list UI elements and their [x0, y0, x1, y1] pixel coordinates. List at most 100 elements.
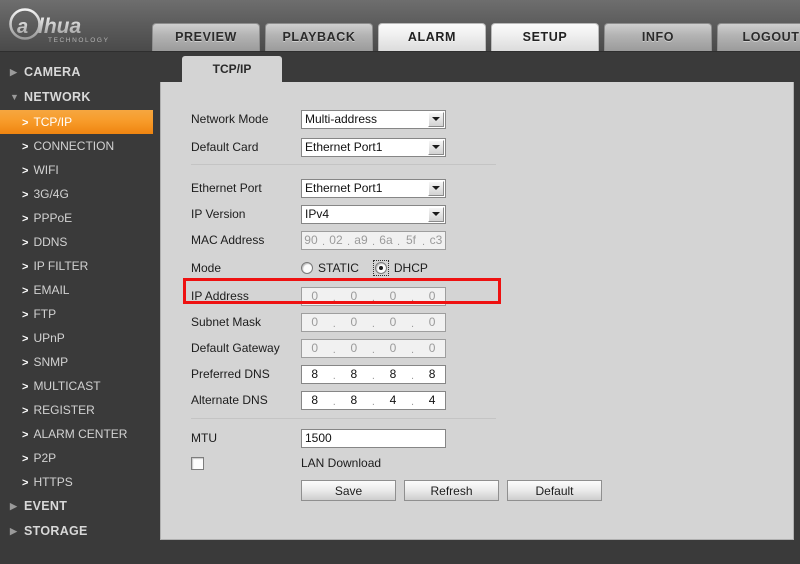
separator-dot: .: [332, 396, 337, 408]
nav-tab-alarm[interactable]: ALARM: [378, 23, 486, 51]
nav-tab-logout[interactable]: LOGOUT: [717, 23, 800, 51]
chevron-right-icon: ▶: [10, 494, 21, 519]
nav-tab-info[interactable]: INFO: [604, 23, 712, 51]
chevron-right-icon: >: [22, 381, 28, 393]
nav-tab-playback[interactable]: PLAYBACK: [265, 23, 373, 51]
radio-static[interactable]: STATIC: [301, 261, 359, 275]
divider-top: [191, 164, 496, 165]
sidebar-group-camera[interactable]: ▶CAMERA: [0, 60, 153, 85]
sidebar-item-ftp[interactable]: >FTP: [0, 302, 153, 326]
sidebar-group-network[interactable]: ▼NETWORK: [0, 85, 153, 110]
separator-dot: .: [332, 370, 337, 382]
input-preferred-dns[interactable]: 8 . 8 . 8 . 8: [301, 365, 446, 384]
sidebar-item-pppoe[interactable]: > PPPoE: [0, 206, 153, 230]
select-ethernet-port[interactable]: Ethernet Port1: [301, 179, 446, 198]
label-default-gateway: Default Gateway: [191, 337, 301, 359]
sidebar-group-label: NETWORK: [24, 90, 91, 104]
field-preferred-dns: Preferred DNS 8 . 8 . 8 . 8: [191, 363, 446, 385]
select-network-mode[interactable]: Multi-address: [301, 110, 446, 129]
chevron-down-icon[interactable]: [428, 140, 444, 155]
sidebar-item-alarm-center[interactable]: >ALARM CENTER: [0, 422, 153, 446]
radio-group-mode: STATIC DHCP: [301, 260, 442, 276]
select-default-card[interactable]: Ethernet Port1: [301, 138, 446, 157]
separator-dot: .: [410, 318, 415, 330]
input-mtu[interactable]: [301, 429, 446, 448]
save-button[interactable]: Save: [301, 480, 396, 501]
mac-segment: 02: [328, 233, 344, 247]
field-network-mode: Network Mode Multi-address: [191, 108, 446, 130]
sidebar-item-label: WIFI: [33, 163, 58, 177]
sidebar-group-label: EVENT: [24, 499, 67, 513]
sidebar-item-multicast[interactable]: > MULTICAST: [0, 374, 153, 398]
checkbox-lan-download[interactable]: [191, 457, 204, 470]
input-mac-address[interactable]: 90 . 02 . a9 . 6a . 5f . c3: [301, 231, 446, 250]
sidebar-item-snmp[interactable]: >SNMP: [0, 350, 153, 374]
sidebar-item-label: IP FILTER: [33, 259, 88, 273]
radio-static-label: STATIC: [318, 261, 359, 275]
ip-segment: 0: [345, 341, 362, 355]
field-mode: Mode STATIC DHCP: [191, 257, 442, 279]
dahua-logo: a lhua TECHNOLOGY: [8, 8, 144, 46]
sidebar-item-label: CONNECTION: [33, 139, 114, 153]
mac-segment: c3: [428, 233, 444, 247]
mac-segment: 5f: [403, 233, 419, 247]
label-ip-address: IP Address: [191, 285, 301, 307]
chevron-down-icon[interactable]: [428, 181, 444, 196]
tab-tcpip[interactable]: TCP/IP: [182, 56, 282, 82]
select-ip-version[interactable]: IPv4: [301, 205, 446, 224]
ip-segment: 8: [424, 367, 441, 381]
ip-segment: 8: [385, 367, 402, 381]
select-ip-version-value: IPv4: [302, 206, 329, 223]
input-default-gateway[interactable]: 0 . 0 . 0 . 0: [301, 339, 446, 358]
sidebar-item-p2p[interactable]: >P2P: [0, 446, 153, 470]
sidebar-group-event[interactable]: ▶EVENT: [0, 494, 153, 519]
default-button[interactable]: Default: [507, 480, 602, 501]
chevron-right-icon: >: [22, 261, 28, 273]
chevron-right-icon: >: [22, 213, 28, 225]
nav-tab-setup[interactable]: SETUP: [491, 23, 599, 51]
select-default-card-value: Ethernet Port1: [302, 139, 382, 156]
ip-segment: 0: [424, 315, 441, 329]
field-default-gateway: Default Gateway 0 . 0 . 0 . 0: [191, 337, 446, 359]
sidebar-item-ddns[interactable]: >DDNS: [0, 230, 153, 254]
sidebar-item-upnp[interactable]: >UPnP: [0, 326, 153, 350]
ip-segment: 0: [385, 341, 402, 355]
sidebar: ▶CAMERA ▼NETWORK >TCP/IP >CONNECTION >WI…: [0, 52, 153, 564]
label-ip-version: IP Version: [191, 203, 301, 225]
sidebar-item-label: DDNS: [33, 235, 67, 249]
svg-text:TECHNOLOGY: TECHNOLOGY: [48, 37, 110, 44]
chevron-down-icon[interactable]: [428, 207, 444, 222]
sidebar-item-label: HTTPS: [33, 475, 72, 489]
radio-dhcp[interactable]: DHCP: [373, 260, 428, 276]
input-alternate-dns[interactable]: 8 . 8 . 4 . 4: [301, 391, 446, 410]
mac-segment: 90: [303, 233, 319, 247]
sidebar-item-https[interactable]: > HTTPS: [0, 470, 153, 494]
chevron-right-icon: >: [22, 477, 28, 489]
label-ethernet-port: Ethernet Port: [191, 177, 301, 199]
separator-dot: .: [371, 318, 376, 330]
sidebar-item-label: PPPoE: [33, 211, 72, 225]
input-subnet-mask[interactable]: 0 . 0 . 0 . 0: [301, 313, 446, 332]
separator-dot: .: [410, 396, 415, 408]
sidebar-item-wifi[interactable]: >WIFI: [0, 158, 153, 182]
sidebar-item-connection[interactable]: >CONNECTION: [0, 134, 153, 158]
label-subnet-mask: Subnet Mask: [191, 311, 301, 333]
sidebar-item-label: FTP: [33, 307, 56, 321]
chevron-down-icon[interactable]: [428, 112, 444, 127]
sidebar-item-ip-filter[interactable]: > IP FILTER: [0, 254, 153, 278]
sidebar-item-3g4g[interactable]: >3G/4G: [0, 182, 153, 206]
action-buttons: Save Refresh Default: [301, 479, 602, 501]
sidebar-item-tcpip[interactable]: >TCP/IP: [0, 110, 153, 134]
nav-tab-preview[interactable]: PREVIEW: [152, 23, 260, 51]
separator-dot: .: [371, 396, 376, 408]
chevron-right-icon: >: [22, 405, 28, 417]
sidebar-item-email[interactable]: >EMAIL: [0, 278, 153, 302]
input-ip-address[interactable]: 0 . 0 . 0 . 0: [301, 287, 446, 306]
sidebar-item-label: MULTICAST: [33, 379, 100, 393]
label-mode: Mode: [191, 257, 301, 279]
refresh-button[interactable]: Refresh: [404, 480, 499, 501]
sidebar-item-register[interactable]: >REGISTER: [0, 398, 153, 422]
ip-segment: 0: [345, 315, 362, 329]
label-network-mode: Network Mode: [191, 108, 301, 130]
label-mtu: MTU: [191, 427, 301, 449]
